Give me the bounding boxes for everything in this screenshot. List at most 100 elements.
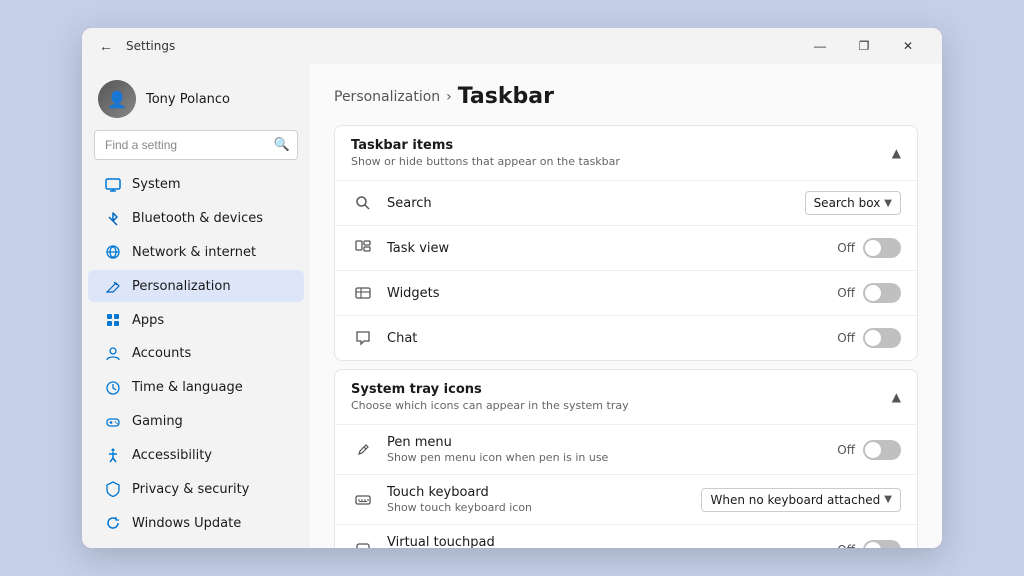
section-title: Taskbar items [351,138,620,153]
chat-info: Chat [387,331,821,346]
search-dropdown[interactable]: Search box ▼ [805,191,901,215]
sidebar-item-label: Apps [132,313,164,328]
sidebar-item-personalization[interactable]: Personalization [88,270,304,302]
dropdown-chevron-icon: ▼ [884,494,892,505]
widgets-icon [351,281,375,305]
pen-menu-toggle-label: Off [833,443,855,457]
widgets-toggle[interactable] [863,283,901,303]
touch-keyboard-dropdown-value: When no keyboard attached [710,493,880,507]
apps-icon [104,311,122,329]
touch-keyboard-control: When no keyboard attached ▼ [701,488,901,512]
breadcrumb-separator: › [446,89,452,105]
search-dropdown-value: Search box [814,196,881,210]
touch-keyboard-dropdown[interactable]: When no keyboard attached ▼ [701,488,901,512]
chevron-up-icon: ▲ [892,146,901,160]
touch-keyboard-desc: Show touch keyboard icon [387,501,689,514]
virtual-touchpad-info: Virtual touchpad Always show virtual tou… [387,535,821,548]
system-tray-body: Pen menu Show pen menu icon when pen is … [335,425,917,548]
virtual-touchpad-icon [351,538,375,549]
section-header-text: System tray icons Choose which icons can… [351,382,629,412]
widgets-control: Off [833,283,901,303]
breadcrumb-parent: Personalization [334,89,440,105]
user-section: 👤 Tony Polanco [82,72,310,130]
sidebar-item-label: Bluetooth & devices [132,211,263,226]
taskbar-items-section: Taskbar items Show or hide buttons that … [334,125,918,361]
taskbar-items-body: Search Search box ▼ [335,181,917,360]
widgets-name: Widgets [387,286,821,301]
pen-menu-info: Pen menu Show pen menu icon when pen is … [387,435,821,464]
chevron-up-icon: ▲ [892,390,901,404]
chat-row: Chat Off [335,316,917,360]
virtual-touchpad-toggle-label: Off [833,543,855,549]
search-input[interactable] [94,130,298,160]
settings-window: ← Settings — ❐ ✕ 👤 Tony Polanco 🔍 [82,28,942,548]
minimize-button[interactable]: — [798,30,842,62]
sidebar-item-network[interactable]: Network & internet [88,237,304,269]
search-setting-name: Search [387,196,793,211]
virtual-touchpad-control: Off [833,540,901,549]
titlebar-title: Settings [126,39,175,53]
chat-toggle-label: Off [833,331,855,345]
section-subtitle: Choose which icons can appear in the sys… [351,399,629,412]
sidebar-item-label: Accessibility [132,448,212,463]
chat-toggle[interactable] [863,328,901,348]
avatar-image: 👤 [98,80,136,118]
chat-control: Off [833,328,901,348]
pen-menu-desc: Show pen menu icon when pen is in use [387,451,821,464]
sidebar: 👤 Tony Polanco 🔍 System Bluetooth & devi… [82,64,310,548]
maximize-button[interactable]: ❐ [842,30,886,62]
pen-menu-control: Off [833,440,901,460]
page-title: Taskbar [458,84,554,109]
virtual-touchpad-toggle[interactable] [863,540,901,549]
titlebar: ← Settings — ❐ ✕ [82,28,942,64]
task-view-row: Task view Off [335,226,917,271]
search-setting-control: Search box ▼ [805,191,901,215]
close-button[interactable]: ✕ [886,30,930,62]
search-setting-info: Search [387,196,793,211]
virtual-touchpad-name: Virtual touchpad [387,535,821,548]
sidebar-search[interactable]: 🔍 [94,130,298,160]
touch-keyboard-icon [351,488,375,512]
back-button[interactable]: ← [94,34,118,58]
section-subtitle: Show or hide buttons that appear on the … [351,155,620,168]
breadcrumb: Personalization › Taskbar [334,84,918,109]
content-area: 👤 Tony Polanco 🔍 System Bluetooth & devi… [82,64,942,548]
search-icon: 🔍 [274,138,290,153]
sidebar-item-accessibility[interactable]: Accessibility [88,440,304,472]
pen-menu-toggle[interactable] [863,440,901,460]
sidebar-item-apps[interactable]: Apps [88,304,304,336]
search-row: Search Search box ▼ [335,181,917,226]
sidebar-item-label: Windows Update [132,516,241,531]
touch-keyboard-info: Touch keyboard Show touch keyboard icon [387,485,689,514]
sidebar-item-time[interactable]: Time & language [88,372,304,404]
dropdown-chevron-icon: ▼ [884,198,892,209]
sidebar-item-label: Network & internet [132,245,256,260]
task-view-control: Off [833,238,901,258]
time-icon [104,379,122,397]
sidebar-item-privacy[interactable]: Privacy & security [88,473,304,505]
username: Tony Polanco [146,92,230,107]
sidebar-item-label: Gaming [132,414,183,429]
bluetooth-icon [104,210,122,228]
system-tray-header[interactable]: System tray icons Choose which icons can… [335,370,917,425]
pen-menu-name: Pen menu [387,435,821,450]
task-view-toggle[interactable] [863,238,901,258]
sidebar-item-bluetooth[interactable]: Bluetooth & devices [88,203,304,235]
sidebar-item-label: Personalization [132,279,231,294]
chat-name: Chat [387,331,821,346]
avatar: 👤 [98,80,136,118]
sidebar-item-gaming[interactable]: Gaming [88,406,304,438]
update-icon [104,514,122,532]
sidebar-item-label: Accounts [132,346,191,361]
widgets-toggle-label: Off [833,286,855,300]
taskbar-items-header[interactable]: Taskbar items Show or hide buttons that … [335,126,917,181]
system-icon [104,176,122,194]
titlebar-controls: — ❐ ✕ [798,30,930,62]
sidebar-item-accounts[interactable]: Accounts [88,338,304,370]
sidebar-item-label: Privacy & security [132,482,249,497]
task-view-icon [351,236,375,260]
task-view-name: Task view [387,241,821,256]
sidebar-item-system[interactable]: System [88,169,304,201]
sidebar-item-update[interactable]: Windows Update [88,507,304,539]
accessibility-icon [104,446,122,464]
